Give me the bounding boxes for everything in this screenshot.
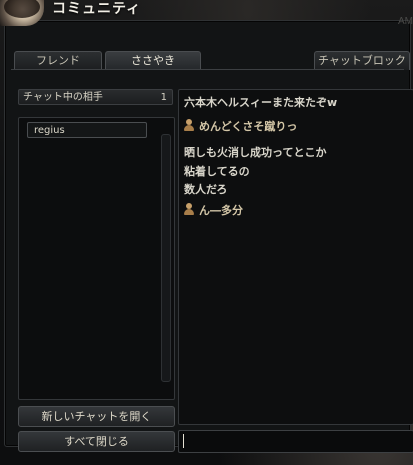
tab-chat-block[interactable]: チャットブロック [314,51,410,70]
chat-message: 数人だろ [184,181,227,197]
chat-log: 六本木ヘルスィーまた来たぞw めんどくさそ蹴りっ 晒しも火消し成功ってとこか 粘… [178,89,413,425]
message-text: 粘着してるの [184,165,250,178]
text-caret [183,434,184,448]
chat-partners-header: チャット中の相手 1 [18,89,173,105]
partners-scrollbar[interactable] [161,134,171,382]
window-title: コミュニティ [52,1,142,17]
open-new-chat-button[interactable]: 新しいチャットを開く [18,406,175,427]
message-text: 晒しも火消し成功ってとこか [184,146,327,159]
tab-divider [11,69,404,70]
list-item-partner[interactable]: regius [27,122,147,138]
person-icon [184,119,194,131]
chat-message: 晒しも火消し成功ってとこか [184,144,326,160]
message-text: めんどくさそ蹴りっ [199,120,298,133]
person-icon [184,203,194,215]
tab-whisper[interactable]: ささやき [105,51,201,70]
chat-message: 六本木ヘルスィーまた来たぞw [184,94,337,110]
chat-partners-label: チャット中の相手 [23,92,103,103]
chat-partners-count: 1 [160,92,167,103]
message-text: 六本木ヘルスィーまた来たぞw [184,96,338,109]
tab-friends[interactable]: フレンド [14,51,102,70]
message-text: 数人だろ [184,183,228,196]
chat-message: ん―多分 [184,202,243,218]
message-text: ん―多分 [199,204,243,217]
corner-text: AM [398,16,413,27]
community-window: フレンド ささやき チャットブロック チャット中の相手 1 regius 新しい… [4,20,413,453]
close-all-button[interactable]: すべて閉じる [18,431,175,452]
chat-partners-list: regius [18,117,175,400]
chat-input[interactable] [178,430,413,453]
chat-message: めんどくさそ蹴りっ [184,118,297,134]
chat-message: 粘着してるの [184,163,250,179]
